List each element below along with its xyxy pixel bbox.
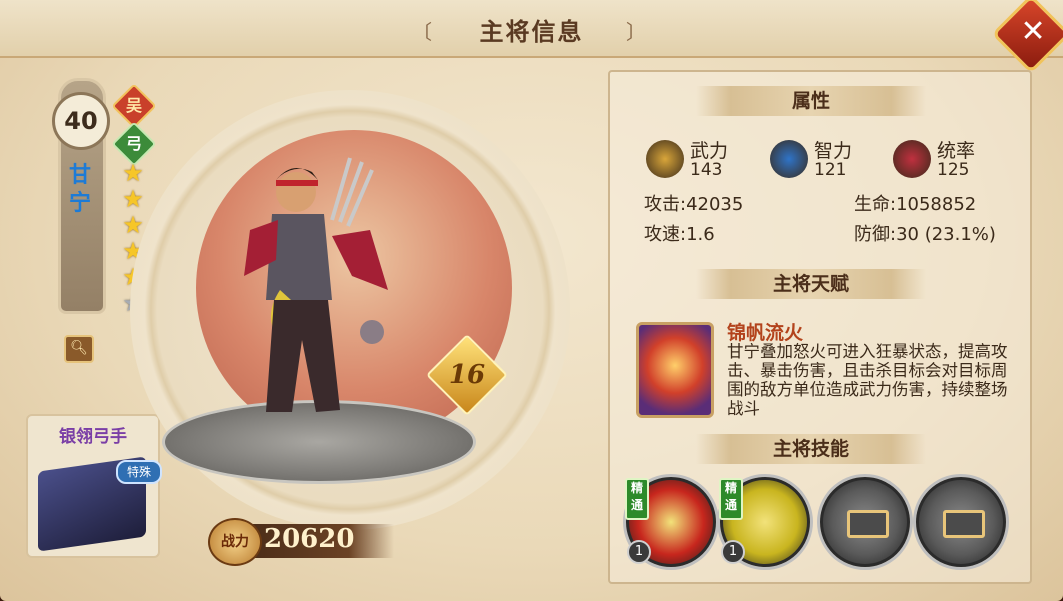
right-arm-guard [332,230,388,290]
hero-legs [266,300,340,412]
troop-tag: 特殊 [116,460,162,484]
hero-name: 甘宁 [68,163,91,216]
troop-name: 银翎弓手 [59,427,127,447]
mastery-tag: 精通 [719,478,743,520]
hero-head [276,172,316,212]
mastery-tag: 精通 [625,478,649,520]
skill-level: 1 [627,540,651,564]
weapon-ball [360,320,384,344]
page-title: 主将信息 [479,18,584,46]
talent-name: 锦帆流火 [727,322,804,344]
skill-slot-1[interactable]: 精通 1 [625,477,716,567]
stat-hp: 生命:1058852 [854,194,977,215]
combat-power: 战力 20620 [204,516,404,566]
search-button[interactable]: 🔍︎ [64,335,94,363]
power-icon: 战力 [208,518,262,566]
attr-value: 121 [814,160,847,180]
skills-header: 主将技能 [696,434,926,464]
attr-label: 武力 [690,140,729,162]
magnifier-icon: 🔍︎ [70,340,88,356]
skill-slot-4-locked[interactable] [916,477,1006,567]
close-icon: ✕ [1020,13,1046,49]
headband [276,180,318,186]
bow-icon: 弓 [125,134,142,153]
rank-value: 16 [448,360,486,390]
skill-slot-2[interactable]: 精通 1 [719,477,810,567]
attr-label: 统率 [937,140,976,162]
hero-level: 40 [52,92,110,150]
star-filled-icon: ★ [122,211,144,239]
talent-description: 甘宁叠加怒火可进入狂暴状态，提高攻击、暴击伤害，且击杀目标会对目标周围的敌方单位… [727,342,1008,418]
hero-model[interactable] [220,150,420,450]
quiver-arrows-icon [330,157,374,227]
scroll-icon [770,140,808,178]
skill-slot-3-locked[interactable] [820,477,910,567]
attr-value: 125 [937,160,970,180]
attributes-header: 属性 [696,86,926,116]
star-filled-icon: ★ [122,159,144,187]
troop-card[interactable]: 银翎弓手 特殊 [26,414,162,558]
star-filled-icon: ★ [122,185,144,213]
skill-level: 1 [721,540,745,564]
sword-icon [646,140,684,178]
attr-value: 143 [690,160,723,180]
talent-icon[interactable] [636,322,714,418]
faction-label: 吴 [125,96,142,115]
banner-icon [893,140,931,178]
stat-defense: 防御:30 (23.1%) [854,224,996,245]
attr-label: 智力 [814,140,853,162]
power-value: 20620 [264,524,355,554]
lock-icon [943,510,985,538]
lock-icon [847,510,889,538]
talent-header: 主将天赋 [696,269,926,299]
stat-attack: 攻击:42035 [644,194,744,215]
stat-attack-speed: 攻速:1.6 [644,224,715,245]
